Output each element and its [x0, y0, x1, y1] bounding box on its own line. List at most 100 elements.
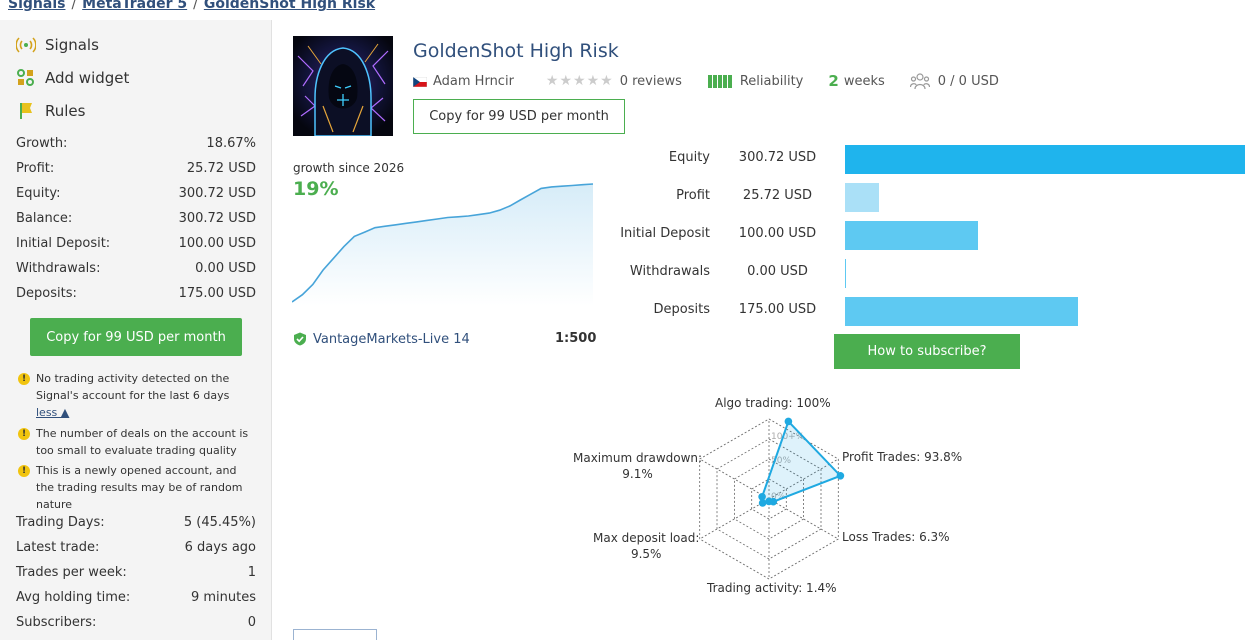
less-toggle-link[interactable]: less ▲	[36, 406, 69, 419]
stat-value: 5 (45.45%)	[183, 515, 256, 530]
czech-flag-icon	[412, 76, 428, 88]
stat-profit: Profit: 25.72 USD	[16, 156, 256, 181]
stat-value: 25.72 USD	[186, 161, 256, 176]
stat-trades-per-week: Trades per week: 1	[16, 560, 256, 585]
sidebar-item-signals[interactable]: Signals	[16, 35, 99, 55]
content-tab[interactable]	[293, 629, 377, 640]
warning-icon: !	[18, 428, 30, 440]
growth-area	[292, 184, 593, 306]
stat-label: Growth:	[16, 136, 68, 151]
author-name[interactable]: Adam Hrncir	[433, 74, 514, 89]
bar-profit	[845, 183, 880, 212]
stat-label: Withdrawals:	[16, 261, 101, 276]
broker-server[interactable]: VantageMarkets-Live 14	[293, 330, 470, 348]
bar-value-deposits: 175.00 USD	[738, 302, 817, 317]
sidebar-item-add-widget[interactable]: Add widget	[16, 68, 129, 88]
stat-label: Avg holding time:	[16, 590, 131, 605]
radar-label-algo: Algo trading: 100%	[715, 396, 831, 410]
broker-name: VantageMarkets-Live 14	[313, 331, 470, 347]
bar-initial-deposit	[845, 221, 978, 250]
reviews-count[interactable]: 0 reviews	[620, 74, 682, 89]
bar-value-equity: 300.72 USD	[738, 150, 817, 165]
bar-label-profit: Profit	[676, 188, 710, 203]
rating-stars-icon: ★★★★★	[545, 73, 614, 89]
flag-icon	[16, 101, 36, 121]
stat-label: Equity:	[16, 186, 61, 201]
stat-balance: Balance: 300.72 USD	[16, 206, 256, 231]
bar-deposits	[845, 297, 1078, 326]
breadcrumb-signals[interactable]: Signals	[8, 0, 65, 12]
copy-signal-outline-button[interactable]: Copy for 99 USD per month	[413, 99, 625, 134]
stat-value: 6 days ago	[184, 540, 256, 555]
radar-label-deposit-load: Max deposit load: 9.5%	[593, 531, 700, 561]
warning-text: The number of deals on the account is to…	[36, 427, 249, 457]
stat-label: Subscribers:	[16, 615, 97, 630]
trading-stats: Trading Days: 5 (45.45%) Latest trade: 6 d…	[16, 510, 256, 635]
stat-label: Latest trade:	[16, 540, 100, 555]
stat-value: 300.72 USD	[178, 186, 256, 201]
sidebar-item-label: Rules	[45, 102, 86, 120]
sidebar-item-rules[interactable]: Rules	[16, 101, 85, 121]
warning-few-deals: ! The number of deals on the account is …	[18, 425, 258, 459]
stat-avg-holding-time: Avg holding time: 9 minutes	[16, 585, 256, 610]
leverage-value: 1:500	[555, 331, 597, 346]
reliability-label: Reliability	[739, 73, 804, 89]
sidebar-item-label: Signals	[45, 36, 99, 54]
bar-value-profit: 25.72 USD	[742, 188, 813, 203]
radar-point-profit	[836, 472, 845, 480]
copy-signal-button[interactable]: Copy for 99 USD per month	[30, 318, 242, 356]
stat-trading-days: Trading Days: 5 (45.45%)	[16, 510, 256, 535]
signal-title[interactable]: GoldenShot High Risk	[413, 40, 619, 62]
bar-withdrawals	[845, 259, 846, 288]
stat-subscribers: Subscribers: 0	[16, 610, 256, 635]
stat-value: 175.00 USD	[178, 286, 256, 301]
growth-chart	[292, 183, 594, 306]
breadcrumb-metatrader5[interactable]: MetaTrader 5	[82, 0, 187, 12]
radar-point-drawdown	[758, 493, 766, 501]
signal-avatar	[293, 36, 393, 136]
bar-label-withdrawals: Withdrawals	[629, 264, 710, 279]
stat-value: 100.00 USD	[178, 236, 256, 251]
stat-label: Balance:	[16, 211, 73, 226]
stat-value: 1	[247, 565, 256, 580]
weeks-label: weeks	[843, 73, 885, 89]
stat-value: 0.00 USD	[195, 261, 256, 276]
account-stats: Growth: 18.67% Profit: 25.72 USD Equity: 30…	[16, 131, 256, 306]
radar-chart: 100+%50%0%	[699, 417, 845, 580]
bar-label-initial-deposit: Initial Deposit	[620, 226, 710, 241]
stat-growth: Growth: 18.67%	[16, 131, 256, 156]
stat-value: 18.67%	[206, 136, 256, 151]
warning-icon: !	[18, 465, 30, 477]
stat-label: Profit:	[16, 161, 55, 176]
warning-text: This is a newly opened account, and the …	[36, 464, 243, 511]
stat-equity: Equity: 300.72 USD	[16, 181, 256, 206]
bar-label-deposits: Deposits	[653, 302, 710, 317]
subscribers-icon	[909, 72, 930, 90]
stat-value: 300.72 USD	[178, 211, 256, 226]
warning-icon: !	[18, 373, 30, 385]
sidebar: Signals Add widget Rules Growth: 18.67% P…	[0, 20, 272, 640]
warning-no-activity: ! No trading activity detected on the Si…	[18, 370, 258, 421]
stat-latest-trade: Latest trade: 6 days ago	[16, 535, 256, 560]
bar-label-equity: Equity	[668, 150, 710, 165]
radar-point-algo	[784, 417, 793, 426]
radar-label-loss-trades: Loss Trades: 6.3%	[842, 530, 950, 544]
stat-label: Trading Days:	[16, 515, 105, 530]
breadcrumb-signal[interactable]: GoldenShot High Risk	[204, 0, 375, 12]
bar-value-initial-deposit: 100.00 USD	[738, 226, 817, 241]
stat-label: Initial Deposit:	[16, 236, 111, 251]
stat-label: Deposits:	[16, 286, 77, 301]
radar-point-activity	[765, 497, 773, 506]
radar-label-profit-trades: Profit Trades: 93.8%	[842, 450, 963, 464]
stat-value: 0	[247, 615, 256, 630]
breadcrumb-separator: /	[193, 0, 198, 12]
how-to-subscribe-button[interactable]: How to subscribe?	[834, 334, 1020, 369]
stat-withdrawals: Withdrawals: 0.00 USD	[16, 256, 256, 281]
widget-grid-icon	[16, 68, 36, 88]
signal-meta-row: Adam Hrncir ★★★★★ 0 reviews Reliability …	[412, 72, 999, 90]
bar-equity	[845, 145, 1245, 174]
radar-label-trading-activity: Trading activity: 1.4%	[707, 581, 837, 595]
subscribers-funds: 0 / 0 USD	[937, 73, 999, 89]
bar-value-withdrawals: 0.00 USD	[747, 264, 808, 279]
breadcrumb: Signals / MetaTrader 5 / GoldenShot High Ris…	[8, 0, 375, 12]
